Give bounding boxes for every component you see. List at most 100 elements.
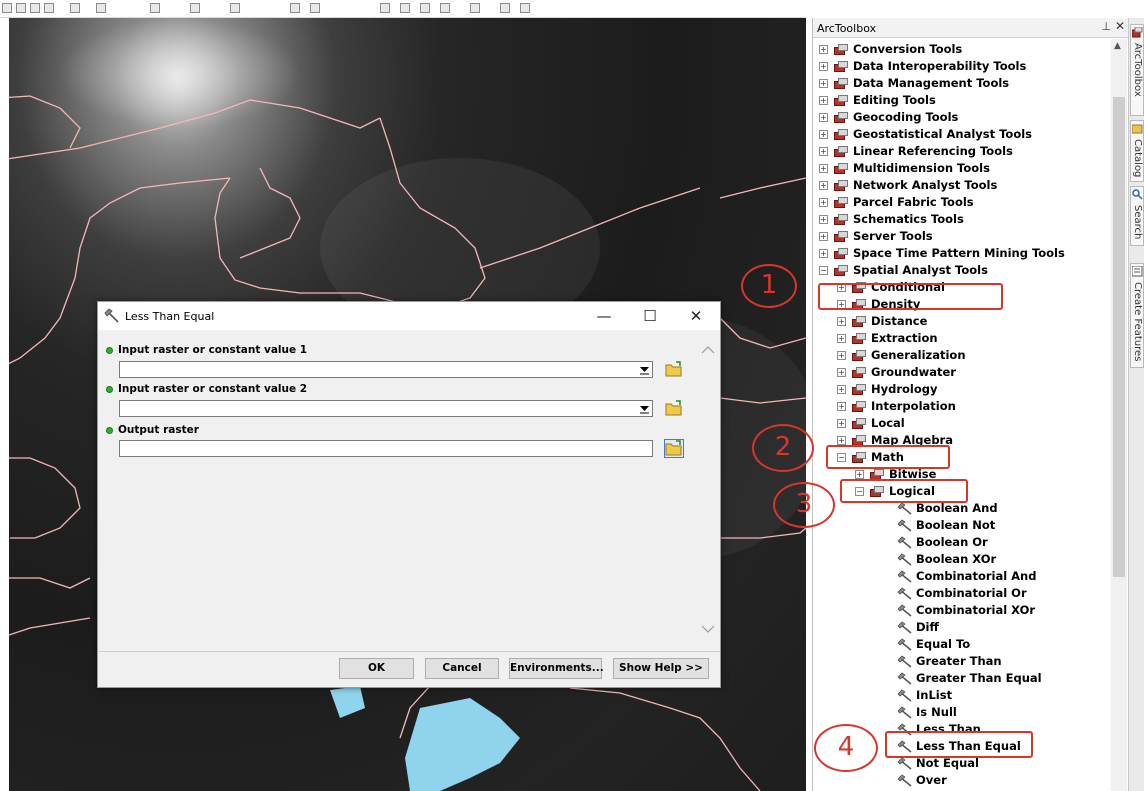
expand-icon[interactable]: + <box>837 351 846 360</box>
tab-search[interactable]: Search <box>1130 186 1144 246</box>
toolset-tree-item[interactable]: + Hydrology <box>837 381 938 398</box>
toolset-tree-item[interactable]: + Generalization <box>837 347 966 364</box>
expand-icon[interactable]: + <box>819 181 828 190</box>
toolset-tree-item[interactable]: + Distance <box>837 313 927 330</box>
toolbar-button[interactable] <box>420 3 430 13</box>
expand-icon[interactable]: + <box>837 436 846 445</box>
expand-icon[interactable]: + <box>819 45 828 54</box>
environments-button[interactable]: Environments... <box>509 658 604 679</box>
toolbar-button[interactable] <box>96 3 106 13</box>
expand-icon[interactable]: + <box>819 215 828 224</box>
tool-tree-item[interactable]: Boolean XOr <box>897 551 996 568</box>
tool-tree-item[interactable]: Combinatorial And <box>897 568 1036 585</box>
close-icon[interactable]: ✕ <box>1115 19 1125 33</box>
toolbox-tree-item[interactable]: + Geostatistical Analyst Tools <box>819 126 1032 143</box>
expand-icon[interactable]: + <box>819 96 828 105</box>
tool-tree-item[interactable]: Equal To <box>897 636 970 653</box>
tool-tree-item[interactable]: Boolean Not <box>897 517 995 534</box>
toolbox-tree-item[interactable]: + Space Time Pattern Mining Tools <box>819 245 1065 262</box>
expand-icon[interactable]: + <box>819 164 828 173</box>
expand-icon[interactable]: + <box>837 334 846 343</box>
expand-icon[interactable]: + <box>837 317 846 326</box>
toolbar-button[interactable] <box>520 3 530 13</box>
toolset-tree-item[interactable]: + Extraction <box>837 330 938 347</box>
tool-tree-item[interactable]: Diff <box>897 619 939 636</box>
toolbox-tree-item[interactable]: + Parcel Fabric Tools <box>819 194 974 211</box>
expand-icon[interactable]: + <box>819 79 828 88</box>
toolbar-button[interactable] <box>70 3 80 13</box>
toolbox-tree-item[interactable]: + Geocoding Tools <box>819 109 958 126</box>
cancel-button[interactable]: Cancel <box>425 658 499 679</box>
toolbox-tree-item[interactable]: + Server Tools <box>819 228 933 245</box>
toolset-tree-item[interactable]: + Groundwater <box>837 364 956 381</box>
tool-tree-item[interactable]: Greater Than Equal <box>897 670 1042 687</box>
dropdown-arrow-icon[interactable] <box>639 404 650 414</box>
ok-button[interactable]: OK <box>339 658 414 679</box>
expand-icon[interactable]: + <box>819 249 828 258</box>
collapse-icon[interactable]: − <box>819 266 828 275</box>
toolbar-button[interactable] <box>400 3 410 13</box>
toolbar-button[interactable] <box>290 3 300 13</box>
expand-icon[interactable]: + <box>819 62 828 71</box>
tool-tree-item[interactable]: Greater Than <box>897 653 1002 670</box>
toolbar-button[interactable] <box>440 3 450 13</box>
expand-icon[interactable]: + <box>819 147 828 156</box>
input-raster-2-field[interactable] <box>119 400 653 417</box>
tool-tree-item[interactable]: Combinatorial Or <box>897 585 1027 602</box>
pin-icon[interactable]: ⊥ <box>1101 20 1111 33</box>
toolbar-button[interactable] <box>30 3 40 13</box>
maximize-button[interactable]: ☐ <box>638 306 662 326</box>
dialog-titlebar[interactable]: Less Than Equal — ☐ ✕ <box>98 302 720 330</box>
scrollbar-thumb[interactable] <box>1113 97 1125 577</box>
toolset-tree-item[interactable]: + Interpolation <box>837 398 956 415</box>
tool-tree-item[interactable]: Combinatorial XOr <box>897 602 1035 619</box>
toolbox-tree-item[interactable]: + Data Interoperability Tools <box>819 58 1026 75</box>
toolbox-tree-item[interactable]: + Network Analyst Tools <box>819 177 997 194</box>
toolbar-button[interactable] <box>150 3 160 13</box>
toolbar-button[interactable] <box>190 3 200 13</box>
expand-icon[interactable]: + <box>837 419 846 428</box>
toolbar-button[interactable] <box>2 3 12 13</box>
toolbar-button[interactable] <box>380 3 390 13</box>
expand-icon[interactable]: + <box>837 385 846 394</box>
expand-icon[interactable]: + <box>819 130 828 139</box>
tool-tree-item[interactable]: Is Null <box>897 704 957 721</box>
toolset-tree-item[interactable]: + Local <box>837 415 905 432</box>
close-button[interactable]: ✕ <box>684 306 708 326</box>
toolbar-button[interactable] <box>500 3 510 13</box>
toolbox-tree-item[interactable]: + Schematics Tools <box>819 211 964 228</box>
dropdown-arrow-icon[interactable] <box>639 365 650 375</box>
expand-icon[interactable]: + <box>855 470 864 479</box>
toolbar-button[interactable] <box>310 3 320 13</box>
toolbox-tree-item[interactable]: + Editing Tools <box>819 92 936 109</box>
toolbox-tree-item[interactable]: + Conversion Tools <box>819 41 962 58</box>
dialog-scrollbar[interactable] <box>698 332 718 650</box>
toolbar-button[interactable] <box>44 3 54 13</box>
tab-create-features[interactable]: Create Features <box>1130 263 1144 368</box>
expand-icon[interactable]: + <box>819 198 828 207</box>
scroll-up-icon[interactable]: ▲ <box>1114 41 1121 51</box>
expand-icon[interactable]: + <box>819 113 828 122</box>
toolbar-button[interactable] <box>230 3 240 13</box>
toolbox-scrollbar[interactable]: ▲ <box>1111 39 1127 791</box>
expand-icon[interactable]: + <box>837 402 846 411</box>
toolbox-tree-item[interactable]: + Data Management Tools <box>819 75 1009 92</box>
toolbox-tree-item[interactable]: + Multidimension Tools <box>819 160 990 177</box>
toolbar-button[interactable] <box>16 3 26 13</box>
tool-tree-item[interactable]: Over <box>897 772 947 789</box>
toolbox-tree-item[interactable]: + Linear Referencing Tools <box>819 143 1013 160</box>
toolbar-button[interactable] <box>470 3 480 13</box>
browse-folder-button[interactable] <box>664 360 684 379</box>
browse-folder-button[interactable] <box>664 439 684 458</box>
expand-icon[interactable]: + <box>819 232 828 241</box>
tab-arctoolbox[interactable]: ArcToolbox <box>1130 24 1144 116</box>
input-raster-1-field[interactable] <box>119 361 653 378</box>
toolbox-tree-item[interactable]: − Spatial Analyst Tools <box>819 262 988 279</box>
output-raster-field[interactable] <box>119 440 653 457</box>
tab-catalog[interactable]: Catalog <box>1130 120 1144 182</box>
show-help-button[interactable]: Show Help >> <box>613 658 709 679</box>
expand-icon[interactable]: + <box>837 368 846 377</box>
tool-tree-item[interactable]: Boolean Or <box>897 534 988 551</box>
browse-folder-button[interactable] <box>664 399 684 418</box>
minimize-button[interactable]: — <box>592 306 616 326</box>
